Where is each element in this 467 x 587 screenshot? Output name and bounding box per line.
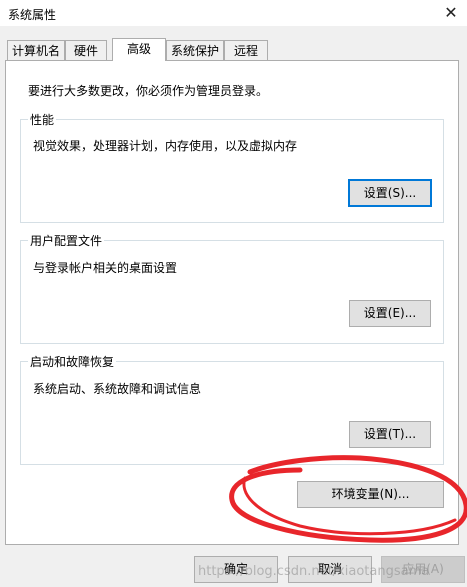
environment-variables-button[interactable]: 环境变量(N)...: [297, 481, 444, 508]
title-bar: 系统属性 ✕: [0, 0, 467, 26]
tab-hardware[interactable]: 硬件: [65, 40, 107, 60]
startup-recovery-group: [20, 361, 444, 465]
startup-recovery-settings-button[interactable]: 设置(T)...: [349, 421, 431, 448]
tab-system-protection[interactable]: 系统保护: [166, 40, 224, 60]
close-icon[interactable]: ✕: [438, 2, 464, 24]
admin-note: 要进行大多数更改，你必须作为管理员登录。: [28, 84, 269, 98]
startup-recovery-legend: 启动和故障恢复: [28, 353, 117, 370]
performance-legend: 性能: [28, 111, 57, 128]
performance-group: [20, 119, 444, 223]
performance-description: 视觉效果，处理器计划，内存使用，以及虚拟内存: [33, 139, 298, 153]
user-profiles-legend: 用户配置文件: [28, 232, 105, 249]
tab-remote[interactable]: 远程: [224, 40, 268, 60]
user-profiles-description: 与登录帐户相关的桌面设置: [33, 261, 178, 275]
startup-recovery-description: 系统启动、系统故障和调试信息: [33, 382, 202, 396]
user-profiles-settings-button[interactable]: 设置(E)...: [349, 300, 431, 327]
user-profiles-settings-label: 设置(E)...: [363, 306, 417, 320]
environment-variables-label: 环境变量(N)...: [331, 487, 410, 501]
watermark-text: https://blog.csdn.net/xiaotangsama: [198, 564, 430, 579]
tab-computer-name[interactable]: 计算机名: [7, 40, 65, 60]
performance-settings-button[interactable]: 设置(S)...: [348, 179, 432, 207]
window-title: 系统属性: [8, 8, 57, 22]
user-profiles-group: [20, 240, 444, 344]
tab-advanced[interactable]: 高级: [112, 38, 166, 61]
startup-recovery-settings-label: 设置(T)...: [363, 427, 417, 441]
performance-settings-label: 设置(S)...: [363, 186, 417, 200]
